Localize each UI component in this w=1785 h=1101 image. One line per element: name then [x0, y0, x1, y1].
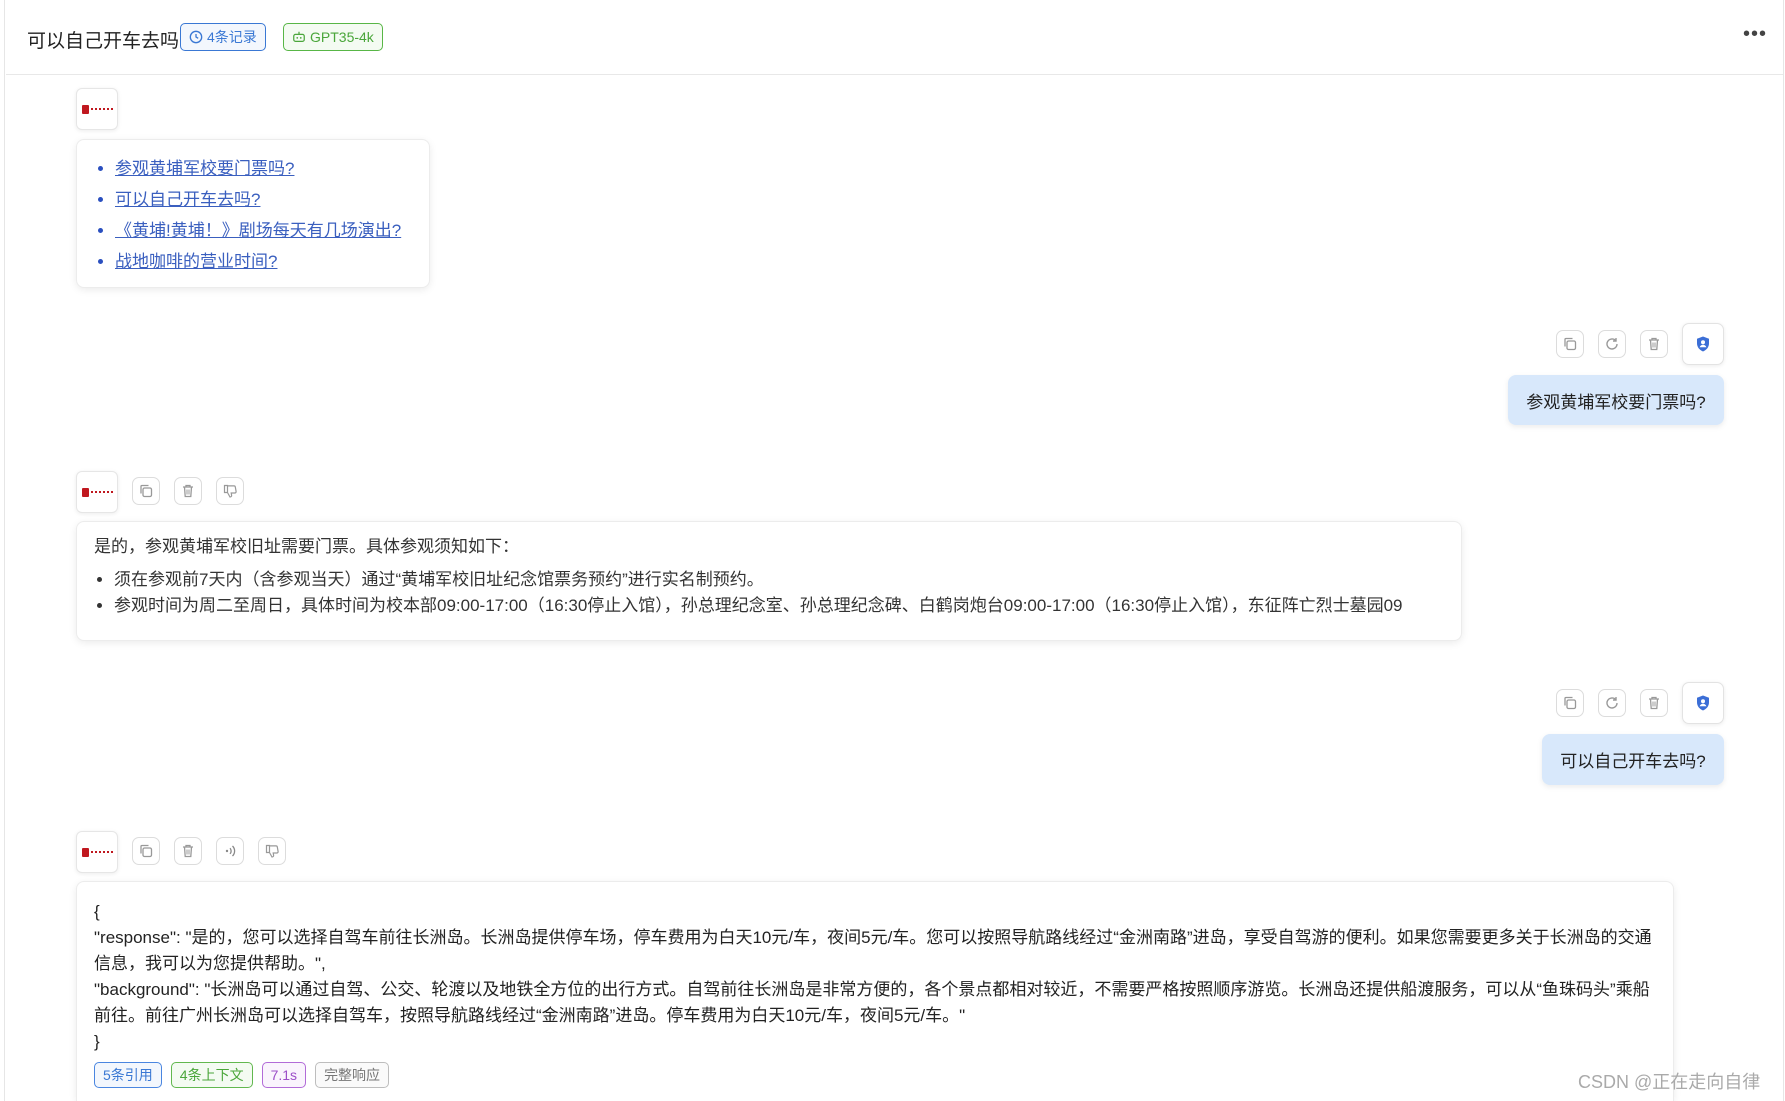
suggested-question-link[interactable]: 参观黄埔军校要门票吗?	[115, 159, 294, 178]
speak-button[interactable]	[216, 837, 244, 865]
delete-button[interactable]	[1640, 689, 1668, 717]
copy-button[interactable]	[1556, 689, 1584, 717]
more-options-icon[interactable]: •••	[1740, 24, 1770, 49]
answer-intro: 是的，参观黄埔军校旧址需要门票。具体参观须知如下：	[94, 537, 519, 556]
regenerate-button[interactable]	[1598, 330, 1626, 358]
refresh-icon	[1606, 338, 1618, 350]
clock-icon	[189, 30, 203, 44]
response-time-tag: 7.1s	[261, 1062, 307, 1088]
copy-icon	[1564, 696, 1577, 710]
answer-json-text: { "response": "是的，您可以选择自驾车前往长洲岛。长洲岛提供停车场…	[94, 902, 1652, 1051]
trash-icon	[183, 484, 193, 498]
context-tag[interactable]: 4条上下文	[170, 1062, 253, 1088]
left-frame-border	[0, 0, 5, 1101]
list-item: 须在参观前7天内（含参观当天）通过“黄埔军校旧址纪念馆票务预约”进行实名制预约。	[114, 567, 1444, 593]
user-shield-icon	[1697, 695, 1709, 711]
delete-button[interactable]	[174, 837, 202, 865]
trash-icon	[183, 844, 193, 858]
trash-icon	[1649, 696, 1659, 710]
bot-avatar	[76, 831, 118, 873]
bot-logo-icon	[81, 104, 113, 114]
robot-icon	[293, 31, 305, 42]
user-message-bubble: 可以自己开车去吗?	[1542, 734, 1724, 785]
regenerate-button[interactable]	[1598, 689, 1626, 717]
chat-title: 可以自己开车去吗	[27, 31, 180, 52]
copy-icon	[1564, 337, 1577, 351]
bot-answer-card: 是的，参观黄埔军校旧址需要门票。具体参观须知如下： 须在参观前7天内（含参观当天…	[76, 521, 1462, 641]
suggested-questions-card: 参观黄埔军校要门票吗? 可以自己开车去吗? 《黄埔!黄埔！》剧场每天有几场演出?…	[76, 139, 430, 288]
user-avatar	[1682, 682, 1724, 724]
list-item: 《黄埔!黄埔！》剧场每天有几场演出?	[115, 215, 413, 246]
user-message-bubble: 参观黄埔军校要门票吗?	[1508, 375, 1724, 425]
delete-button[interactable]	[174, 477, 202, 505]
copy-icon	[140, 844, 153, 858]
thumbs-down-icon	[265, 844, 279, 858]
bot-avatar	[76, 471, 118, 513]
model-tag[interactable]: GPT35-4k	[283, 23, 383, 51]
bot-logo-icon	[81, 847, 113, 857]
model-tag-label: GPT35-4k	[310, 29, 374, 45]
copy-button[interactable]	[1556, 330, 1584, 358]
refresh-icon	[1606, 697, 1618, 709]
copy-icon	[140, 484, 153, 498]
copy-button[interactable]	[132, 477, 160, 505]
dislike-button[interactable]	[216, 477, 244, 505]
suggested-question-link[interactable]: 《黄埔!黄埔！》剧场每天有几场演出?	[115, 221, 401, 240]
records-tag-label: 4条记录	[207, 29, 257, 45]
user-shield-icon	[1697, 336, 1709, 352]
citations-tag[interactable]: 5条引用	[94, 1062, 162, 1088]
full-response-tag[interactable]: 完整响应	[315, 1062, 390, 1088]
suggested-question-link[interactable]: 战地咖啡的营业时间?	[115, 252, 277, 271]
chat-header: 可以自己开车去吗 4条记录 GPT35-4k •••	[6, 0, 1783, 75]
thumbs-down-icon	[223, 484, 237, 498]
list-item: 可以自己开车去吗?	[115, 184, 413, 215]
suggested-question-link[interactable]: 可以自己开车去吗?	[115, 190, 260, 209]
answer-meta-row: 5条引用 4条上下文 7.1s 完整响应	[94, 1062, 390, 1088]
list-item: 参观黄埔军校要门票吗?	[115, 153, 413, 184]
bot-logo-icon	[81, 487, 113, 497]
records-tag[interactable]: 4条记录	[180, 23, 266, 51]
list-item: 参观时间为周二至周日，具体时间为校本部09:00-17:00（16:30停止入馆…	[114, 593, 1444, 619]
delete-button[interactable]	[1640, 330, 1668, 358]
copy-button[interactable]	[132, 837, 160, 865]
user-avatar	[1682, 323, 1724, 365]
speaker-icon	[225, 845, 236, 857]
watermark: CSDN @正在走向自律	[1578, 1072, 1761, 1092]
bot-answer-card: { "response": "是的，您可以选择自驾车前往长洲岛。长洲岛提供停车场…	[76, 881, 1674, 1101]
trash-icon	[1649, 337, 1659, 351]
bot-avatar	[76, 88, 118, 130]
list-item: 战地咖啡的营业时间?	[115, 246, 413, 277]
dislike-button[interactable]	[258, 837, 286, 865]
